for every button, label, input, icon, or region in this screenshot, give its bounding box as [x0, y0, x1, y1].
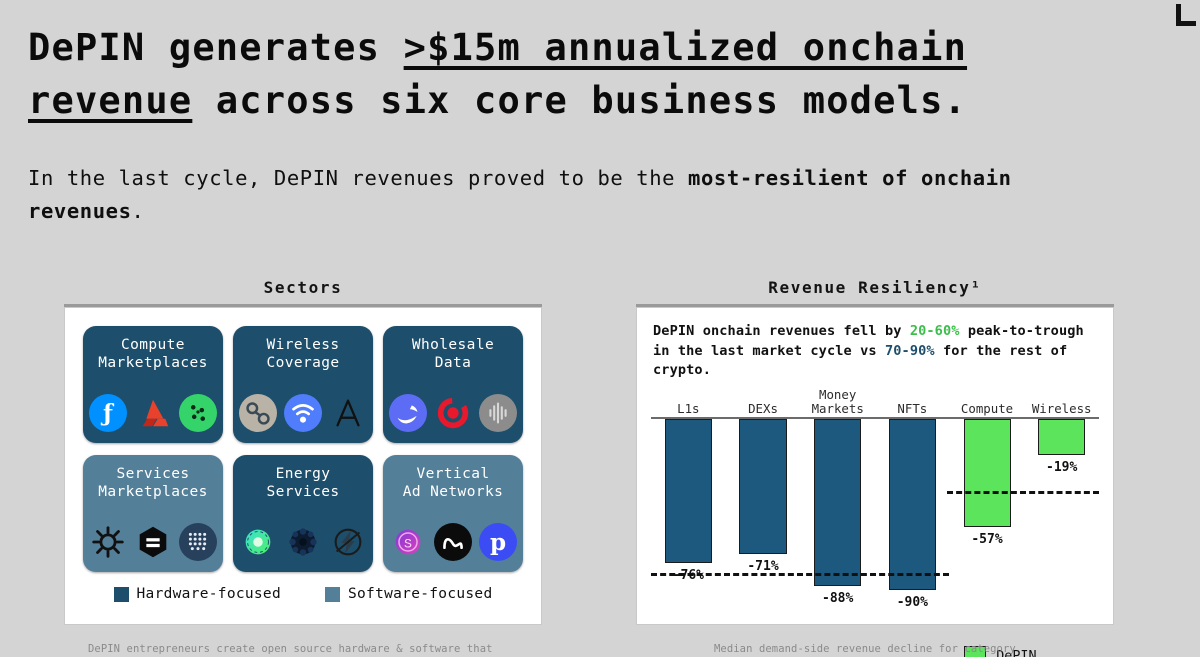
m-loop-icon — [434, 523, 472, 561]
chart-bar-slot: -71% — [726, 418, 801, 609]
sector-card-wholesale-data[interactable]: Wholesale Data — [383, 326, 523, 443]
render-icon — [179, 394, 217, 432]
sectors-legend-label: Hardware-focused — [136, 586, 281, 602]
chart-category-label: L1s — [677, 400, 700, 416]
chart-bar-value: -19% — [1046, 459, 1078, 475]
chart-category-labels: L1s DEXs Money Markets NFTs Compute Wireless — [651, 387, 1099, 417]
andrena-icon — [329, 394, 367, 432]
chart-bar[interactable] — [1038, 418, 1086, 455]
resiliency-footnote: Median demand-side revenue decline for c… — [714, 643, 1016, 655]
sector-card-vertical-ad-networks[interactable]: Vertical Ad Networks Sp — [383, 455, 523, 572]
desc-green-stat: 20-60% — [909, 323, 960, 339]
chart-bar-value: -88% — [822, 590, 854, 606]
sector-card-label: Wholesale Data — [411, 337, 495, 372]
dimo-icon — [434, 394, 472, 432]
chart-reference-line — [946, 490, 1099, 494]
desc-seg-1: DePIN onchain revenues fell by — [653, 323, 910, 339]
sector-card-wireless-coverage[interactable]: Wireless Coverage — [233, 326, 373, 443]
chart-reference-line — [651, 572, 949, 576]
hex-stack-icon — [134, 523, 172, 561]
resiliency-description: DePIN onchain revenues fell by 20-60% pe… — [647, 318, 1103, 387]
chart-bar-slot: -76% — [651, 418, 726, 609]
sector-card-label: Compute Marketplaces — [98, 337, 208, 372]
chart-bar[interactable] — [664, 418, 712, 563]
sectors-panel-title: Sectors — [263, 278, 343, 297]
wifi-map-icon — [284, 394, 322, 432]
chart-bar-value: -57% — [971, 531, 1003, 547]
chart-bar-slot: -88% — [800, 418, 875, 609]
chart-bar-slot: -19% — [1024, 418, 1099, 609]
sectors-legend-item: Software-focused — [325, 586, 492, 602]
chart-bar[interactable] — [814, 418, 862, 586]
chart-bar[interactable] — [888, 418, 936, 590]
sector-card-label: Vertical Ad Networks — [402, 466, 504, 501]
legend-swatch-icon — [113, 586, 129, 602]
sector-grid: Compute Marketplaces ƒ Wireless Coverage Whol… — [77, 322, 529, 572]
headline-part-1: DePIN generates — [28, 26, 404, 69]
sector-card-logos — [89, 523, 217, 561]
chart-bar-slot: -57% — [950, 418, 1025, 609]
sectors-legend: Hardware-focused Software-focused — [77, 586, 529, 602]
sector-card-label: Energy Services — [266, 466, 340, 501]
resiliency-panel-body: DePIN onchain revenues fell by 20-60% pe… — [636, 307, 1114, 657]
legend-swatch-icon — [325, 586, 340, 602]
sectors-legend-item: Hardware-focused — [113, 586, 281, 602]
desc-blue-stat: 70-90% — [884, 342, 935, 359]
chart-bar-value: -76% — [672, 568, 704, 583]
dot-grid-icon — [179, 523, 217, 561]
sector-card-energy-services[interactable]: Energy Services — [233, 455, 373, 572]
chart-category-label: NFTs — [897, 400, 928, 416]
sector-card-logos — [389, 394, 517, 432]
sector-card-logos: ƒ — [89, 394, 217, 432]
glow-bolt-icon — [329, 523, 367, 561]
gear-sun-icon — [89, 523, 127, 561]
sector-card-logos — [239, 523, 367, 561]
sector-card-logos — [239, 394, 367, 432]
shaga-icon: S — [389, 523, 427, 561]
sector-card-services-marketplaces[interactable]: Services Marketplaces — [83, 455, 223, 572]
chart-bar-value: -71% — [747, 558, 779, 574]
sectors-panel: Sectors Compute Marketplaces ƒ Wireless Cove… — [64, 278, 542, 625]
filecoin-icon: ƒ — [89, 394, 127, 432]
chart-category-label: DEXs — [748, 400, 778, 416]
daylight-icon — [239, 523, 277, 561]
sector-card-compute-marketplaces[interactable]: Compute Marketplaces ƒ — [83, 326, 223, 443]
sector-card-label: Services Marketplaces — [98, 466, 208, 501]
helium-icon — [239, 394, 277, 432]
chart-category-label: Money Markets — [811, 387, 864, 416]
sectors-legend-label: Software-focused — [348, 586, 493, 602]
chart-bars: -76% -71% -88% -90% -57% -19% — [651, 418, 1099, 610]
slide-root: DePIN generates >$15m annualized onchain… — [0, 0, 1200, 657]
hivemapper-icon — [389, 394, 427, 432]
subheading-post: . — [131, 199, 145, 224]
chart-bar[interactable] — [963, 418, 1011, 527]
headline-part-2: across six core business models. — [192, 78, 968, 122]
starpower-icon — [284, 523, 322, 561]
chart-category-label: Wireless — [1031, 400, 1092, 416]
sectors-footnote: DePIN entrepreneurs create open source h… — [88, 643, 493, 655]
page-title: DePIN generates >$15m annualized onchain… — [28, 22, 1138, 127]
soundwave-icon — [479, 394, 517, 432]
p-coin-icon: p — [479, 523, 517, 561]
revenue-resiliency-panel: Revenue Resiliency¹ DePIN onchain revenu… — [636, 278, 1114, 657]
chart-bar[interactable] — [739, 418, 787, 554]
akash-icon — [134, 394, 172, 432]
svg-text:S: S — [404, 537, 412, 552]
resiliency-panel-title: Revenue Resiliency¹ — [768, 278, 982, 297]
chart-bar-value: -90% — [896, 594, 928, 610]
chart-bar-slot: -90% — [875, 418, 950, 610]
subheading-pre: In the last cycle, DePIN revenues proved… — [28, 166, 689, 190]
resiliency-bar-chart: L1s DEXs Money Markets NFTs Compute Wireless -… — [651, 387, 1099, 657]
sector-card-label: Wireless Coverage — [266, 337, 340, 372]
corner-bracket-icon — [1176, 4, 1196, 26]
sector-card-logos: Sp — [389, 523, 517, 561]
subheading: In the last cycle, DePIN revenues proved… — [28, 162, 1138, 228]
sectors-panel-body: Compute Marketplaces ƒ Wireless Coverage Whol… — [64, 307, 542, 625]
chart-category-label: Compute — [960, 400, 1014, 416]
